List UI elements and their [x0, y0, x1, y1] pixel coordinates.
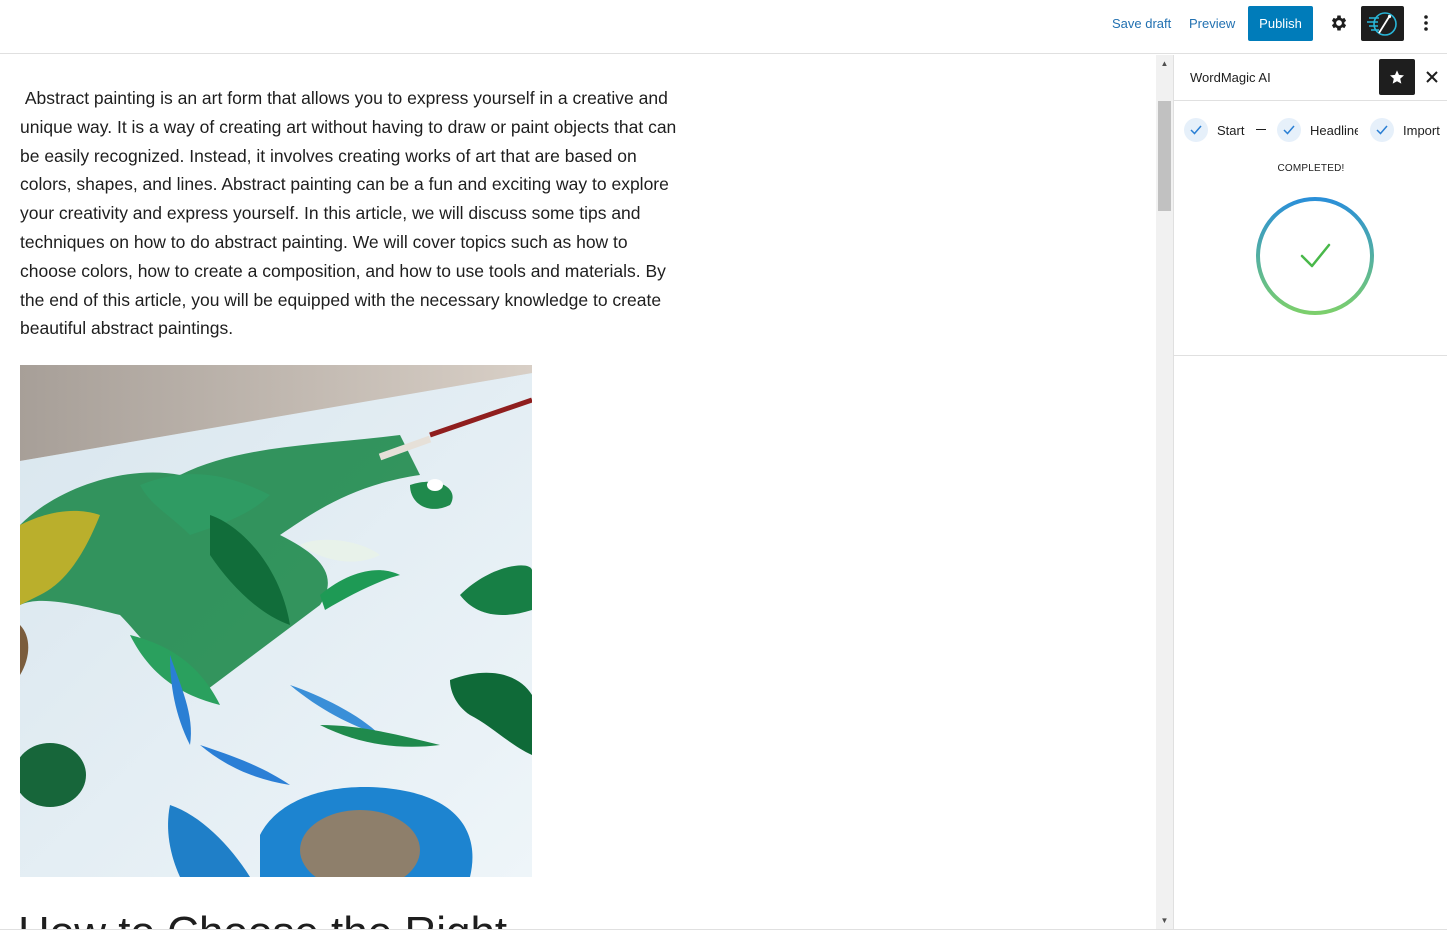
- check-icon: [1184, 118, 1208, 142]
- editor-scrollbar[interactable]: ▲ ▼: [1156, 55, 1173, 929]
- status-text: COMPLETED!: [1277, 163, 1345, 174]
- step-start: Start: [1184, 117, 1244, 143]
- scroll-down-arrow-icon[interactable]: ▼: [1156, 912, 1173, 929]
- scroll-up-arrow-icon[interactable]: ▲: [1156, 55, 1173, 72]
- publish-button[interactable]: Publish: [1248, 6, 1313, 41]
- scrollbar-thumb[interactable]: [1158, 101, 1171, 211]
- step-label: Import: [1403, 122, 1440, 138]
- step-headline: Headline: [1277, 117, 1358, 143]
- preview-button[interactable]: Preview: [1189, 16, 1235, 31]
- close-icon[interactable]: [1421, 66, 1443, 88]
- progress-steps: Start Headline Import: [1184, 117, 1447, 143]
- bottom-border: [0, 929, 1447, 935]
- wordmagic-sidebar: WordMagic AI Start Headline Import COMPL…: [1173, 55, 1447, 929]
- sidebar-title: WordMagic AI: [1190, 70, 1271, 85]
- next-section-heading[interactable]: How to Choose the Right: [18, 907, 507, 929]
- save-draft-button[interactable]: Save draft: [1112, 16, 1171, 31]
- more-vertical-icon[interactable]: [1415, 11, 1437, 35]
- check-icon: [1300, 243, 1331, 268]
- step-label: Start: [1217, 122, 1245, 138]
- check-icon: [1370, 118, 1394, 142]
- editor-top-bar: Save draft Preview Publish: [0, 0, 1447, 54]
- sidebar-divider: [1174, 355, 1447, 356]
- completion-ring: [1254, 195, 1376, 317]
- gear-icon[interactable]: [1327, 11, 1351, 35]
- star-icon[interactable]: [1379, 59, 1415, 95]
- abstract-painting-image[interactable]: [20, 365, 532, 877]
- intro-paragraph[interactable]: Abstract painting is an art form that al…: [20, 84, 680, 343]
- check-icon: [1277, 118, 1301, 142]
- sidebar-header: WordMagic AI: [1174, 55, 1447, 101]
- step-import: Import: [1370, 117, 1440, 143]
- wordmagic-logo-icon[interactable]: [1361, 6, 1404, 41]
- step-separator: [1256, 129, 1266, 130]
- step-label: Headline: [1310, 122, 1358, 138]
- editor-canvas: Abstract painting is an art form that al…: [0, 55, 1156, 929]
